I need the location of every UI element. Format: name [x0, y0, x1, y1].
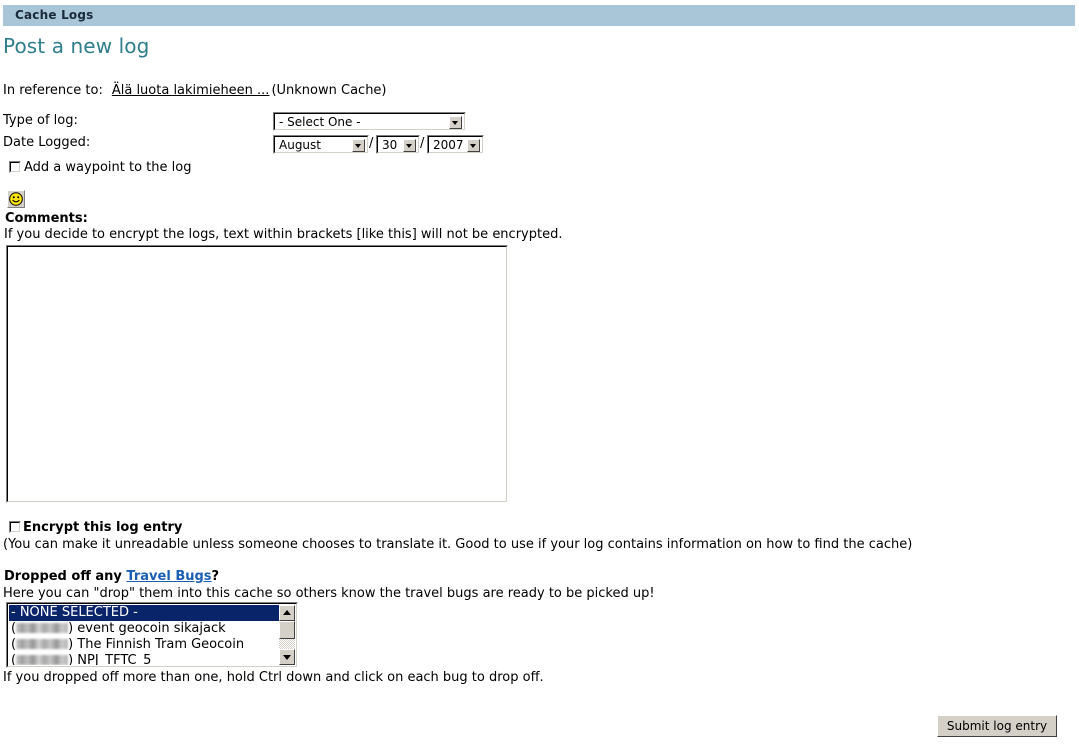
- titlebar-title: Cache Logs: [15, 8, 94, 22]
- travel-bug-option-label: ) NPJ_TFTC_5: [68, 653, 152, 665]
- type-of-log-value: - Select One -: [279, 115, 361, 129]
- travel-bug-option[interactable]: () event geocoin sikajack: [9, 621, 279, 637]
- date-day-select[interactable]: 30: [376, 135, 420, 154]
- scrollbar-track[interactable]: [279, 621, 295, 649]
- travel-bugs-description: Here you can "drop" them into this cache…: [3, 586, 655, 601]
- scroll-up-arrow-icon[interactable]: [279, 605, 295, 621]
- travel-bugs-heading-prefix: Dropped off any: [4, 569, 127, 584]
- date-logged-label: Date Logged:: [3, 135, 91, 150]
- listbox-scrollbar[interactable]: [279, 605, 295, 665]
- travel-bug-option-label: - NONE SELECTED -: [11, 605, 138, 620]
- redacted-tracking-code: [16, 655, 69, 665]
- travel-bugs-hint: If you dropped off more than one, hold C…: [3, 670, 544, 685]
- date-separator: /: [420, 136, 425, 151]
- chevron-down-icon[interactable]: [449, 116, 462, 129]
- chevron-down-icon[interactable]: [403, 139, 416, 152]
- add-waypoint-label: Add a waypoint to the log: [24, 160, 192, 175]
- select-inner: 30: [377, 136, 419, 153]
- travel-bugs-heading-suffix: ?: [211, 569, 220, 584]
- chevron-down-icon[interactable]: [467, 139, 480, 152]
- select-inner: August: [274, 136, 368, 153]
- encrypt-log-checkbox[interactable]: [9, 521, 21, 533]
- submit-log-entry-button[interactable]: Submit log entry: [937, 715, 1057, 737]
- type-of-log-select[interactable]: - Select One -: [273, 112, 466, 131]
- comments-label: Comments:: [5, 211, 88, 226]
- cache-logs-titlebar: Cache Logs: [3, 5, 1075, 26]
- travel-bug-option[interactable]: () NPJ_TFTC_5: [9, 653, 279, 665]
- date-separator: /: [369, 136, 374, 151]
- reference-line: In reference to: Älä luota lakimieheen ..…: [3, 83, 387, 98]
- redacted-tracking-code: [16, 623, 69, 633]
- travel-bug-option[interactable]: () The Finnish Tram Geocoin: [9, 637, 279, 653]
- smiley-face-icon[interactable]: [7, 190, 25, 208]
- encrypt-log-label: Encrypt this log entry: [23, 520, 183, 535]
- encrypt-brackets-note: If you decide to encrypt the logs, text …: [4, 227, 563, 242]
- date-month-select[interactable]: August: [273, 135, 369, 154]
- travel-bug-option-label: ) The Finnish Tram Geocoin: [68, 637, 245, 652]
- scroll-down-arrow-icon[interactable]: [279, 649, 295, 665]
- travel-bug-option-label: ) event geocoin sikajack: [68, 621, 226, 636]
- select-inner: - Select One -: [274, 113, 465, 130]
- page-title: Post a new log: [3, 34, 150, 58]
- date-year-value: 2007: [433, 138, 464, 152]
- travel-bugs-options[interactable]: - NONE SELECTED -() event geocoin sikaja…: [9, 605, 279, 665]
- travel-bugs-listbox[interactable]: - NONE SELECTED -() event geocoin sikaja…: [6, 602, 298, 668]
- scrollbar-thumb[interactable]: [279, 621, 295, 639]
- cache-name-link[interactable]: Älä luota lakimieheen ...: [112, 83, 270, 98]
- encrypt-description: (You can make it unreadable unless someo…: [3, 537, 913, 552]
- redacted-tracking-code: [16, 639, 69, 649]
- comments-textarea-frame: [6, 245, 508, 503]
- travel-bug-option[interactable]: - NONE SELECTED -: [9, 605, 279, 621]
- travel-bugs-link[interactable]: Travel Bugs: [126, 569, 211, 584]
- textarea-inner: [7, 246, 507, 502]
- date-year-select[interactable]: 2007: [427, 135, 484, 154]
- reference-label: In reference to:: [3, 83, 103, 98]
- smiley-face-glyph: [9, 192, 23, 206]
- listbox-inner: - NONE SELECTED -() event geocoin sikaja…: [7, 603, 297, 667]
- cache-type-text: (Unknown Cache): [271, 83, 387, 98]
- date-day-value: 30: [382, 138, 398, 152]
- travel-bugs-heading: Dropped off any Travel Bugs?: [4, 569, 219, 584]
- add-waypoint-checkbox[interactable]: [9, 161, 21, 173]
- chevron-down-icon[interactable]: [352, 139, 365, 152]
- comments-textarea[interactable]: [9, 248, 505, 500]
- type-of-log-label: Type of log:: [3, 113, 78, 128]
- date-month-value: August: [279, 138, 321, 152]
- select-inner: 2007: [428, 136, 483, 153]
